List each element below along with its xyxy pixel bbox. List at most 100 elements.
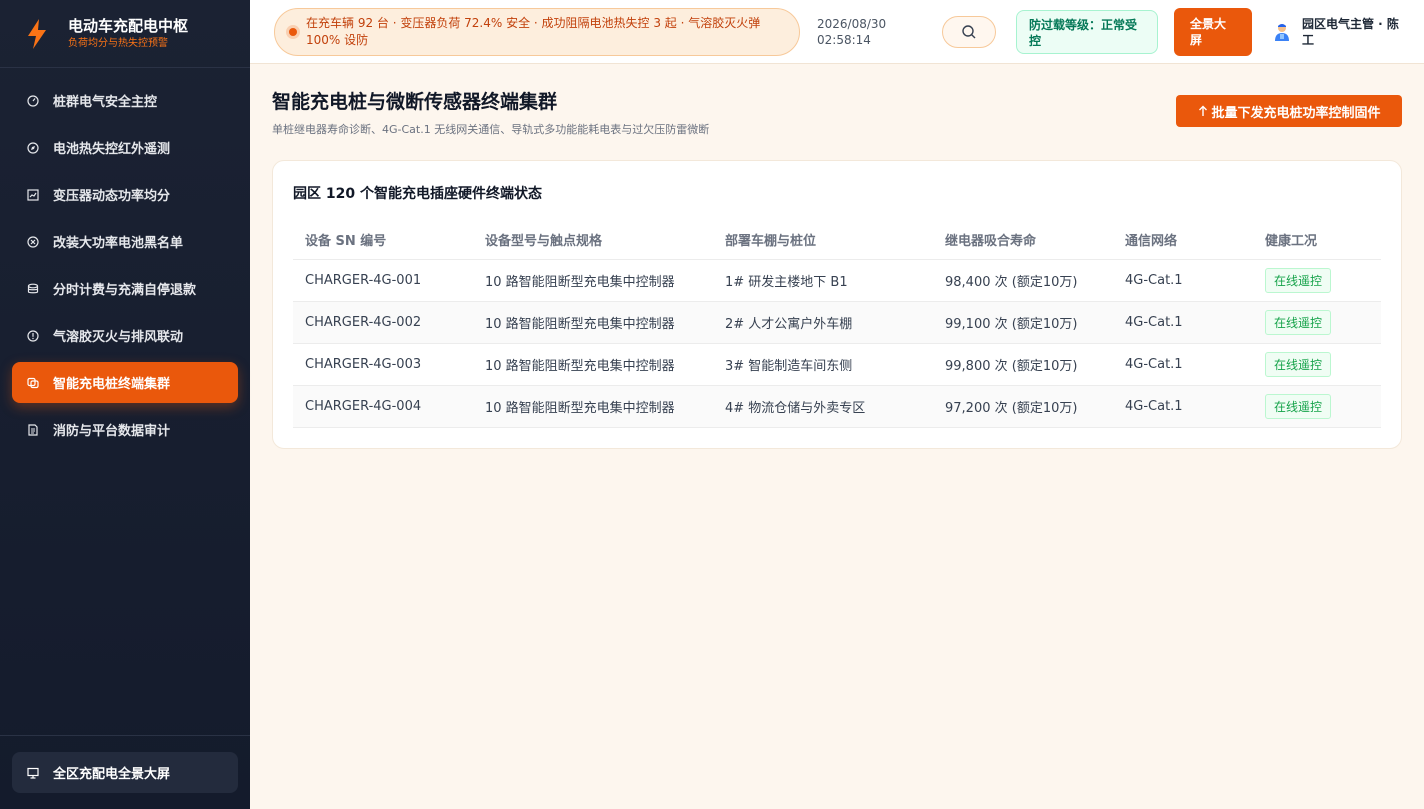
table-row: CHARGER-4G-003 10 路智能阻断型充电集中控制器 3# 智能制造车… <box>293 343 1381 386</box>
sidebar-item-label: 智能充电桩终端集群 <box>53 377 171 392</box>
col-model: 设备型号与触点规格 <box>473 221 713 260</box>
sidebar-item-transformer-balance[interactable]: 变压器动态功率均分 <box>12 174 238 215</box>
sidebar-item-label: 气溶胶灭火与排风联动 <box>53 330 184 345</box>
cell-model: 10 路智能阻断型充电集中控制器 <box>473 385 713 428</box>
brand-title: 电动车充配电中枢 <box>68 16 189 35</box>
sidebar-item-label: 消防与平台数据审计 <box>53 424 171 439</box>
sidebar-item-battery-blacklist[interactable]: 改装大功率电池黑名单 <box>12 221 238 262</box>
sidebar: 电动车充配电中枢 负荷均分与热失控预警 桩群电气安全主控 电池热失控红外遥测 变… <box>0 0 250 809</box>
col-relay-life: 继电器吸合寿命 <box>933 221 1113 260</box>
terminal-table: 设备 SN 编号 设备型号与触点规格 部署车棚与桩位 继电器吸合寿命 通信网络 … <box>293 221 1381 428</box>
cell-health: 在线遥控 <box>1253 385 1381 428</box>
overload-safety-badge: 防过载等级：正常受控 <box>1016 9 1158 54</box>
main-area: 在充车辆 92 台 · 变压器负荷 72.4% 安全 · 成功阻隔电池热失控 3… <box>250 0 1424 809</box>
ticker-text: 在充车辆 92 台 · 变压器负荷 72.4% 安全 · 成功阻隔电池热失控 3… <box>306 15 761 47</box>
sidebar-item-thermal-runaway[interactable]: 电池热失控红外遥测 <box>12 127 238 168</box>
status-badge: 在线遥控 <box>1265 351 1332 377</box>
status-badge: 在线遥控 <box>1265 309 1332 335</box>
fullscreen-button[interactable]: 全景大屏 <box>1174 7 1252 56</box>
cell-network: 4G-Cat.1 <box>1113 343 1253 386</box>
live-dot-icon <box>289 27 297 36</box>
chart-icon <box>27 188 39 201</box>
search-button[interactable] <box>942 15 996 48</box>
sidebar-item-label: 改装大功率电池黑名单 <box>53 236 184 251</box>
app-root: 电动车充配电中枢 负荷均分与热失控预警 桩群电气安全主控 电池热失控红外遥测 变… <box>0 0 1424 809</box>
chip-icon <box>27 377 39 389</box>
sidebar-item-charger-cluster[interactable]: 智能充电桩终端集群 <box>12 362 238 403</box>
cell-health: 在线遥控 <box>1253 301 1381 344</box>
col-location: 部署车棚与桩位 <box>713 221 933 260</box>
sidebar-item-electrical-safety[interactable]: 桩群电气安全主控 <box>12 80 238 121</box>
batch-firmware-button[interactable]: 批量下发充电桩功率控制固件 <box>1176 95 1402 127</box>
datetime: 2026/08/30 02:58:14 <box>817 16 907 48</box>
sidebar-item-label: 电池热失控红外遥测 <box>53 142 171 157</box>
gauge-icon <box>27 94 39 107</box>
cell-relay-life: 99,100 次 (额定10万) <box>933 301 1113 344</box>
brand-subtitle: 负荷均分与热失控预警 <box>68 37 168 49</box>
page-title: 智能充电桩与微断传感器终端集群 <box>272 91 558 113</box>
content: 智能充电桩与微断传感器终端集群 单桩继电器寿命诊断、4G-Cat.1 无线网关通… <box>250 64 1424 449</box>
cell-model: 10 路智能阻断型充电集中控制器 <box>473 301 713 344</box>
document-icon <box>27 423 39 436</box>
cell-model: 10 路智能阻断型充电集中控制器 <box>473 259 713 302</box>
cell-health: 在线遥控 <box>1253 343 1381 386</box>
sidebar-nav: 桩群电气安全主控 电池热失控红外遥测 变压器动态功率均分 改装大功率电池黑名单 <box>0 68 250 735</box>
col-health: 健康工况 <box>1253 221 1381 260</box>
terminal-status-card: 园区 120 个智能充电插座硬件终端状态 设备 SN 编号 设备型号与触点规格 … <box>272 160 1402 449</box>
card-title: 园区 120 个智能充电插座硬件终端状态 <box>293 186 542 202</box>
top-bar: 在充车辆 92 台 · 变压器负荷 72.4% 安全 · 成功阻隔电池热失控 3… <box>250 0 1424 64</box>
cell-network: 4G-Cat.1 <box>1113 259 1253 302</box>
page-header: 智能充电桩与微断传感器终端集群 单桩继电器寿命诊断、4G-Cat.1 无线网关通… <box>272 90 1402 160</box>
cell-model: 10 路智能阻断型充电集中控制器 <box>473 343 713 386</box>
cell-sn: CHARGER-4G-001 <box>293 259 473 302</box>
table-row: CHARGER-4G-001 10 路智能阻断型充电集中控制器 1# 研发主楼地… <box>293 259 1381 302</box>
brand-text: 电动车充配电中枢 负荷均分与热失控预警 <box>68 17 188 51</box>
col-network: 通信网络 <box>1113 221 1253 260</box>
lightning-icon <box>28 18 46 49</box>
batch-firmware-label: 批量下发充电桩功率控制固件 <box>1211 105 1381 121</box>
user-name: 园区电气主管 · 陈工 <box>1302 16 1399 47</box>
brand: 电动车充配电中枢 负荷均分与热失控预警 <box>0 0 250 68</box>
cell-network: 4G-Cat.1 <box>1113 385 1253 428</box>
alert-icon <box>27 329 39 342</box>
upload-icon <box>1199 105 1208 116</box>
database-icon <box>27 283 39 295</box>
avatar <box>1275 23 1289 41</box>
sidebar-footer: 全区充配电全景大屏 <box>0 735 250 809</box>
ban-icon <box>27 235 39 248</box>
status-badge: 在线遥控 <box>1265 393 1332 419</box>
cell-relay-life: 99,800 次 (额定10万) <box>933 343 1113 386</box>
cell-sn: CHARGER-4G-002 <box>293 301 473 344</box>
sidebar-item-label: 分时计费与充满自停退款 <box>53 283 197 298</box>
time-text: 02:58:14 <box>817 32 871 47</box>
cell-location: 4# 物流仓储与外卖专区 <box>713 385 933 428</box>
search-icon <box>962 24 976 38</box>
page-subtitle: 单桩继电器寿命诊断、4G-Cat.1 无线网关通信、导轨式多功能能耗电表与过欠压… <box>272 123 710 136</box>
sidebar-item-billing-refund[interactable]: 分时计费与充满自停退款 <box>12 268 238 309</box>
col-sn: 设备 SN 编号 <box>293 221 473 260</box>
sidebar-item-fire-suppression[interactable]: 气溶胶灭火与排风联动 <box>12 315 238 356</box>
cell-relay-life: 97,200 次 (额定10万) <box>933 385 1113 428</box>
panorama-screen-button[interactable]: 全区充配电全景大屏 <box>12 752 238 793</box>
sidebar-item-label: 桩群电气安全主控 <box>53 95 158 110</box>
sidebar-item-data-audit[interactable]: 消防与平台数据审计 <box>12 409 238 450</box>
date-text: 2026/08/30 <box>817 16 887 31</box>
cell-health: 在线遥控 <box>1253 259 1381 302</box>
sidebar-item-label: 变压器动态功率均分 <box>53 189 171 204</box>
cell-location: 2# 人才公寓户外车棚 <box>713 301 933 344</box>
cell-relay-life: 98,400 次 (额定10万) <box>933 259 1113 302</box>
table-row: CHARGER-4G-004 10 路智能阻断型充电集中控制器 4# 物流仓储与… <box>293 385 1381 428</box>
status-badge: 在线遥控 <box>1265 267 1332 293</box>
compass-icon <box>27 141 39 154</box>
panorama-screen-label: 全区充配电全景大屏 <box>53 767 171 782</box>
monitor-icon <box>27 767 39 779</box>
cell-network: 4G-Cat.1 <box>1113 301 1253 344</box>
status-ticker: 在充车辆 92 台 · 变压器负荷 72.4% 安全 · 成功阻隔电池热失控 3… <box>274 7 800 56</box>
user-profile[interactable]: 园区电气主管 · 陈工 <box>1274 16 1404 48</box>
table-row: CHARGER-4G-002 10 路智能阻断型充电集中控制器 2# 人才公寓户… <box>293 301 1381 344</box>
cell-location: 1# 研发主楼地下 B1 <box>713 259 933 302</box>
table-header-row: 设备 SN 编号 设备型号与触点规格 部署车棚与桩位 继电器吸合寿命 通信网络 … <box>293 221 1381 260</box>
cell-sn: CHARGER-4G-003 <box>293 343 473 386</box>
page-heading: 智能充电桩与微断传感器终端集群 单桩继电器寿命诊断、4G-Cat.1 无线网关通… <box>272 90 709 137</box>
cell-location: 3# 智能制造车间东侧 <box>713 343 933 386</box>
